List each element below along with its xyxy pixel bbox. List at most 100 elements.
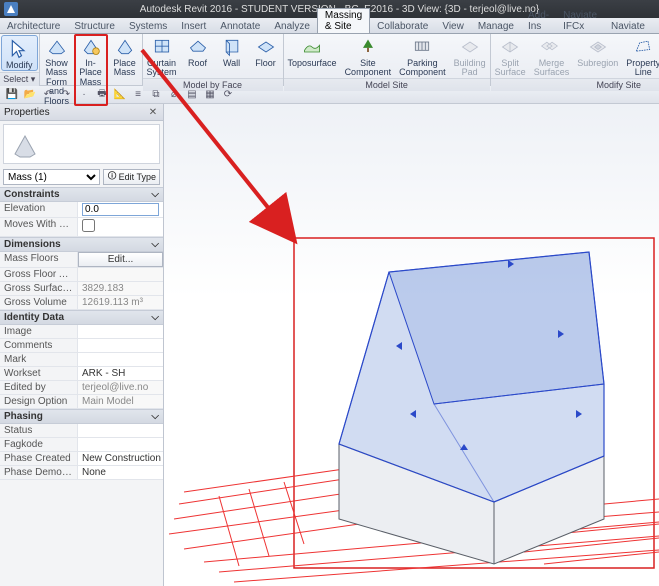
tab-massing-site[interactable]: Massing & Site <box>317 8 370 33</box>
select-panel-label[interactable]: Select ▾ <box>0 72 39 86</box>
show-mass-button[interactable]: Show Mass Form and Floors <box>40 34 74 106</box>
prop-row: Moves With Nearby ... <box>0 218 163 237</box>
prop-row: Image <box>0 325 163 339</box>
curtain-icon <box>149 36 175 58</box>
building-pad-button[interactable]: Building Pad <box>450 34 490 78</box>
parking-component-button[interactable]: Parking Component <box>395 34 450 78</box>
wall-icon <box>219 36 245 58</box>
merge-surfaces-button[interactable]: Merge Surfaces <box>530 34 574 78</box>
roof-icon <box>185 36 211 58</box>
wall-button[interactable]: Wall <box>215 34 249 78</box>
subregion-button[interactable]: Subregion <box>573 34 622 78</box>
modify-site-panel-label: Modify Site <box>491 78 659 91</box>
modify-button[interactable]: Modify <box>1 35 38 71</box>
prop-row: Gross Floor Area <box>0 268 163 282</box>
tab-collaborate[interactable]: Collaborate <box>370 20 435 33</box>
qat-3d-icon[interactable]: ⧉ <box>150 89 162 101</box>
properties-title: Properties <box>4 107 50 118</box>
3d-viewport[interactable] <box>164 104 659 586</box>
qat-section-icon[interactable]: ⌀ <box>168 89 180 101</box>
prop-row: Gross Volume12619.113 m³ <box>0 296 163 310</box>
ribbon-tabbar: ArchitectureStructureSystemsInsertAnnota… <box>0 18 659 34</box>
main-area: Properties ✕ Mass (1) 🛈Edit Type Constra… <box>0 104 659 586</box>
edit-type-icon: 🛈 <box>107 169 116 185</box>
edit-type-button[interactable]: 🛈Edit Type <box>103 169 160 185</box>
tree-icon <box>355 36 381 58</box>
in-place-mass-icon <box>78 36 104 58</box>
tab-add-ins[interactable]: Add-Ins <box>521 9 556 33</box>
mass-floors-edit-button[interactable]: Edit... <box>78 252 163 267</box>
model-site-panel-label: Model Site <box>284 78 490 91</box>
moves-nearby-checkbox[interactable] <box>82 219 95 232</box>
properties-header: Properties ✕ <box>0 104 163 121</box>
tab-naviate-ifcx[interactable]: Naviate IFCx <box>556 9 604 33</box>
qat-open-icon[interactable]: 📂 <box>24 89 36 101</box>
prop-row: Fagkode <box>0 438 163 452</box>
section-identity[interactable]: Identity Data⌵ <box>0 310 163 325</box>
place-mass-icon <box>112 36 138 58</box>
expand-icon: ⌵ <box>151 239 159 250</box>
type-selector[interactable]: Mass (1) <box>3 169 100 185</box>
properties-palette: Properties ✕ Mass (1) 🛈Edit Type Constra… <box>0 104 164 586</box>
prop-row: Phase CreatedNew Construction <box>0 452 163 466</box>
viewport-canvas[interactable] <box>164 104 659 586</box>
ribbon-group-conceptual-mass: Show Mass Form and Floors In-Place Mass … <box>40 34 143 85</box>
qat-save-icon[interactable]: 💾 <box>6 89 18 101</box>
tab-view[interactable]: View <box>435 20 471 33</box>
show-mass-icon <box>44 36 70 58</box>
cursor-icon <box>6 38 32 60</box>
ribbon-group-model-site: Toposurface Site Component Parking Compo… <box>284 34 491 85</box>
site-component-button[interactable]: Site Component <box>341 34 396 78</box>
building-pad-icon <box>457 36 483 58</box>
prop-row: Comments <box>0 339 163 353</box>
section-constraints[interactable]: Constraints⌵ <box>0 187 163 202</box>
section-dimensions[interactable]: Dimensions⌵ <box>0 237 163 252</box>
qat-thin-lines-icon[interactable]: ▤ <box>186 89 198 101</box>
in-place-mass-button[interactable]: In-Place Mass <box>74 34 108 106</box>
qat-close-hidden-icon[interactable]: ▦ <box>204 89 216 101</box>
prop-row: Elevation <box>0 202 163 218</box>
property-line-button[interactable]: Property Line <box>622 34 659 78</box>
place-mass-button[interactable]: Place Mass <box>108 34 142 106</box>
tab-naviate-fire-[interactable]: Naviate Fire& <box>652 9 659 33</box>
expand-icon: ⌵ <box>151 312 159 323</box>
close-icon[interactable]: ✕ <box>147 106 159 118</box>
ribbon: Modify Select ▾ Show Mass Form and Floor… <box>0 34 659 86</box>
property-line-icon <box>630 36 656 58</box>
split-icon <box>497 36 523 58</box>
tab-naviate[interactable]: Naviate <box>604 20 652 33</box>
tab-annotate[interactable]: Annotate <box>213 20 267 33</box>
subregion-icon <box>585 36 611 58</box>
prop-row: Status <box>0 424 163 438</box>
modify-label: Modify <box>6 61 33 70</box>
toposurface-button[interactable]: Toposurface <box>284 34 341 78</box>
section-phasing[interactable]: Phasing⌵ <box>0 409 163 424</box>
prop-row: Edited byterjeol@live.no <box>0 381 163 395</box>
ribbon-group-select: Modify Select ▾ <box>0 34 40 85</box>
toposurface-icon <box>299 36 325 58</box>
app-logo <box>4 2 18 16</box>
split-surface-button[interactable]: Split Surface <box>491 34 530 78</box>
prop-row: Mark <box>0 353 163 367</box>
roof-button[interactable]: Roof <box>181 34 215 78</box>
floor-icon <box>253 36 279 58</box>
tab-insert[interactable]: Insert <box>174 20 213 33</box>
ribbon-group-modify-site: Split Surface Merge Surfaces Subregion P… <box>491 34 659 85</box>
elevation-field[interactable] <box>82 203 159 216</box>
tab-manage[interactable]: Manage <box>471 20 521 33</box>
qat-sync-icon[interactable]: ⟳ <box>222 89 234 101</box>
tab-architecture[interactable]: Architecture <box>0 20 67 33</box>
merge-icon <box>538 36 564 58</box>
curtain-system-button[interactable]: Curtain System <box>143 34 181 78</box>
expand-icon: ⌵ <box>151 189 159 200</box>
expand-icon: ⌵ <box>151 411 159 422</box>
prop-row: WorksetARK - SH <box>0 367 163 381</box>
parking-icon <box>409 36 435 58</box>
tab-systems[interactable]: Systems <box>122 20 174 33</box>
tab-structure[interactable]: Structure <box>67 20 122 33</box>
ribbon-group-model-by-face: Curtain System Roof Wall Floor Model by … <box>143 34 284 85</box>
tab-analyze[interactable]: Analyze <box>267 20 317 33</box>
type-preview <box>3 124 160 164</box>
floor-button[interactable]: Floor <box>249 34 283 78</box>
prop-row: Phase DemolishedNone <box>0 466 163 480</box>
